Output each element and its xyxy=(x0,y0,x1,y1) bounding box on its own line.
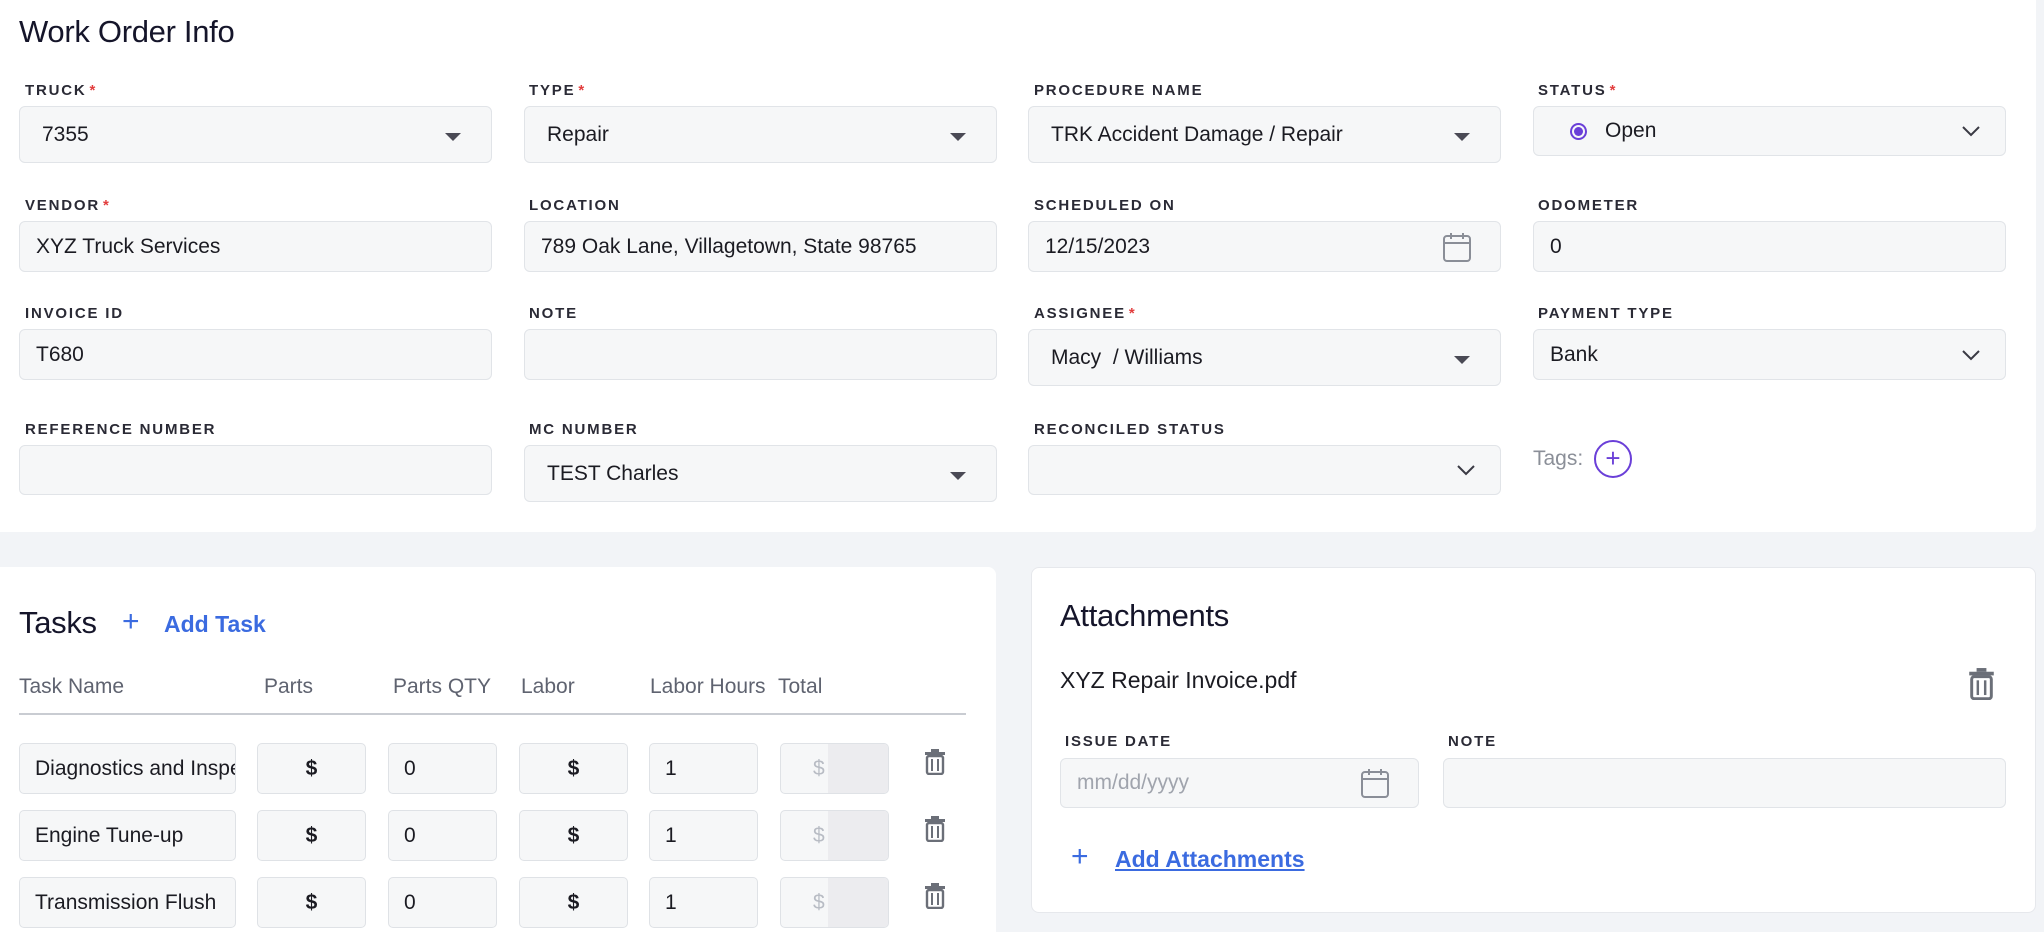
location-input[interactable]: 789 Oak Lane, Villagetown, State 98765 xyxy=(524,221,997,272)
chevron-down-icon xyxy=(1962,126,1980,137)
add-task-plus-icon[interactable]: + xyxy=(122,605,140,639)
truck-label: TRUCK * xyxy=(25,82,98,99)
vendor-input[interactable]: XYZ Truck Services xyxy=(19,221,492,272)
parts-qty-input[interactable]: 0 xyxy=(388,877,497,928)
mc-number-select[interactable]: TEST Charles xyxy=(524,445,997,502)
scheduled-on-label: SCHEDULED ON xyxy=(1034,197,1176,214)
attachment-file-name[interactable]: XYZ Repair Invoice.pdf xyxy=(1060,667,1297,694)
trash-icon[interactable] xyxy=(924,816,946,842)
col-task-name: Task Name xyxy=(19,675,125,698)
parts-qty-input[interactable]: 0 xyxy=(388,810,497,861)
odometer-input[interactable]: 0 xyxy=(1533,221,2006,272)
labor-hours-input[interactable]: 1 xyxy=(649,877,758,928)
caret-down-icon xyxy=(1454,355,1470,364)
assignee-select[interactable]: Macy / Williams xyxy=(1028,329,1501,386)
payment-type-label: PAYMENT TYPE xyxy=(1538,305,1674,322)
col-labor-hours: Labor Hours xyxy=(650,675,766,698)
task-total-field: $ xyxy=(780,877,889,928)
parts-cost-input[interactable]: $ xyxy=(257,877,366,928)
reference-number-label: REFERENCE NUMBER xyxy=(25,421,217,438)
add-task-button[interactable]: Add Task xyxy=(164,611,266,638)
parts-cost-input[interactable]: $ xyxy=(257,743,366,794)
col-labor: Labor xyxy=(521,675,575,698)
reference-number-input[interactable] xyxy=(19,445,492,495)
parts-cost-input[interactable]: $ xyxy=(257,810,366,861)
trash-icon[interactable] xyxy=(924,749,946,775)
caret-down-icon xyxy=(445,132,461,141)
labor-hours-input[interactable]: 1 xyxy=(649,743,758,794)
labor-cost-input[interactable]: $ xyxy=(519,810,628,861)
add-attachment-plus-icon[interactable]: + xyxy=(1071,840,1089,874)
procedure-name-select[interactable]: TRK Accident Damage / Repair xyxy=(1028,106,1501,163)
work-order-info-card: Work Order Info TRUCK * 7355 TYPE * Repair… xyxy=(0,0,2036,532)
invoice-id-input[interactable]: T680 xyxy=(19,329,492,380)
work-order-title: Work Order Info xyxy=(19,14,235,49)
task-total-field: $ xyxy=(780,810,889,861)
payment-type-select[interactable]: Bank xyxy=(1533,329,2006,380)
caret-down-icon xyxy=(950,132,966,141)
caret-down-icon xyxy=(950,471,966,480)
table-header-divider xyxy=(19,713,966,715)
calendar-icon[interactable] xyxy=(1442,231,1472,263)
col-total: Total xyxy=(778,675,823,698)
chevron-down-icon xyxy=(1962,349,1980,360)
note-input[interactable] xyxy=(524,329,997,380)
status-radio-icon xyxy=(1570,122,1587,140)
location-label: LOCATION xyxy=(529,197,621,214)
attachment-note-input[interactable] xyxy=(1443,758,2006,808)
scheduled-on-date-input[interactable]: 12/15/2023 xyxy=(1028,221,1501,272)
type-label: TYPE * xyxy=(529,82,587,99)
task-name-input[interactable]: Diagnostics and Inspection xyxy=(19,743,236,794)
vendor-label: VENDOR * xyxy=(25,197,111,214)
tasks-title: Tasks xyxy=(19,605,97,640)
status-select[interactable]: Open xyxy=(1533,106,2006,156)
truck-select[interactable]: 7355 xyxy=(19,106,492,163)
reconciled-status-select[interactable] xyxy=(1028,445,1501,495)
trash-icon[interactable] xyxy=(1968,668,1995,700)
labor-cost-input[interactable]: $ xyxy=(519,877,628,928)
attachments-title: Attachments xyxy=(1060,598,1230,633)
note-label: NOTE xyxy=(529,305,578,322)
issue-date-label: ISSUE DATE xyxy=(1065,733,1172,750)
col-parts-qty: Parts QTY xyxy=(393,675,492,698)
chevron-down-icon xyxy=(1457,465,1475,476)
caret-down-icon xyxy=(1454,132,1470,141)
add-attachments-button[interactable]: Add Attachments xyxy=(1115,846,1305,873)
odometer-label: ODOMETER xyxy=(1538,197,1640,214)
attachment-note-label: NOTE xyxy=(1448,733,1497,750)
labor-cost-input[interactable]: $ xyxy=(519,743,628,794)
mc-number-label: MC NUMBER xyxy=(529,421,639,438)
labor-hours-input[interactable]: 1 xyxy=(649,810,758,861)
task-total-field: $ xyxy=(780,743,889,794)
trash-icon[interactable] xyxy=(924,883,946,909)
type-select[interactable]: Repair xyxy=(524,106,997,163)
issue-date-input[interactable]: mm/dd/yyyy xyxy=(1060,758,1419,808)
invoice-id-label: INVOICE ID xyxy=(25,305,124,322)
add-tag-button[interactable]: + xyxy=(1594,440,1632,478)
tags-label: Tags: xyxy=(1533,447,1584,470)
task-name-input[interactable]: Engine Tune-up xyxy=(19,810,236,861)
calendar-icon[interactable] xyxy=(1360,767,1390,799)
task-name-input[interactable]: Transmission Flush xyxy=(19,877,236,928)
reconciled-status-label: RECONCILED STATUS xyxy=(1034,421,1226,438)
col-parts: Parts xyxy=(264,675,314,698)
parts-qty-input[interactable]: 0 xyxy=(388,743,497,794)
status-label: STATUS * xyxy=(1538,82,1618,99)
procedure-name-label: PROCEDURE NAME xyxy=(1034,82,1204,99)
assignee-label: ASSIGNEE * xyxy=(1034,305,1137,322)
